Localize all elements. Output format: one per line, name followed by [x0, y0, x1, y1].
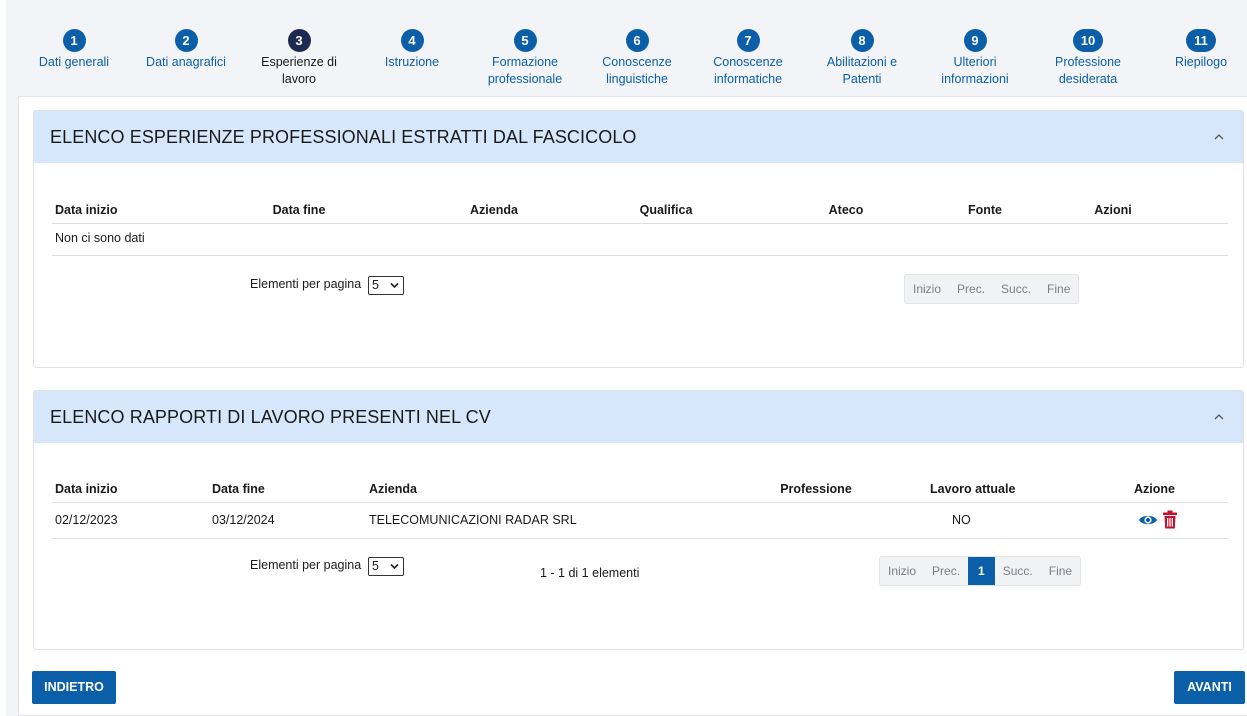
trash-icon[interactable]: [1162, 510, 1178, 529]
col-data-inizio[interactable]: Data inizio: [55, 203, 118, 217]
col-azioni: Azioni: [1094, 203, 1132, 217]
step-abilitazioni-patenti[interactable]: 8 Abilitazioni e Patenti: [802, 29, 922, 88]
pager-current-page[interactable]: 1: [968, 557, 995, 585]
per-page-value: 5: [372, 559, 379, 573]
table-row: 02/12/2023 03/12/2024 TELECOMUNICAZIONI …: [52, 503, 1228, 539]
next-button[interactable]: AVANTI: [1174, 671, 1245, 704]
pager-prev[interactable]: Prec.: [924, 557, 968, 585]
step-number: 4: [400, 29, 424, 52]
col-professione[interactable]: Professione: [780, 482, 852, 496]
col-lavoro-attuale[interactable]: Lavoro attuale: [930, 482, 1015, 496]
panel-header[interactable]: ELENCO RAPPORTI DI LAVORO PRESENTI NEL C…: [34, 391, 1243, 443]
step-dati-anagrafici[interactable]: 2 Dati anagrafici: [126, 29, 246, 71]
step-conoscenze-linguistiche[interactable]: 6 Conoscenze linguistiche: [577, 29, 697, 88]
step-number: 9: [963, 29, 987, 52]
col-azienda[interactable]: Azienda: [369, 482, 417, 496]
step-number: 5: [513, 29, 537, 52]
step-label: Conoscenze informatiche: [713, 55, 783, 86]
col-fonte[interactable]: Fonte: [968, 203, 1002, 217]
eye-icon[interactable]: [1138, 513, 1158, 527]
pager-next[interactable]: Succ.: [995, 557, 1041, 585]
content-area: ELENCO ESPERIENZE PROFESSIONALI ESTRATTI…: [18, 96, 1247, 716]
step-dati-generali[interactable]: 1 Dati generali: [14, 29, 134, 71]
step-number: 7: [736, 29, 760, 52]
col-azienda[interactable]: Azienda: [470, 203, 518, 217]
wizard-stepper: 1 Dati generali 2 Dati anagrafici 3 Espe…: [22, 26, 1247, 96]
cell-data-fine: 03/12/2024: [212, 513, 275, 527]
panel-title: ELENCO ESPERIENZE PROFESSIONALI ESTRATTI…: [50, 127, 637, 147]
step-number: 1: [62, 29, 86, 52]
step-label-active: Esperienze di lavoro: [261, 55, 337, 86]
step-number: 11: [1186, 29, 1216, 52]
per-page-value: 5: [372, 278, 379, 292]
step-istruzione[interactable]: 4 Istruzione: [352, 29, 472, 71]
per-page-label: Elementi per pagina: [250, 558, 362, 572]
per-page-select[interactable]: 5: [368, 557, 404, 576]
empty-row: Non ci sono dati: [52, 224, 1228, 256]
step-label: Dati anagrafici: [146, 55, 226, 69]
step-label: Istruzione: [384, 55, 440, 69]
panel-header[interactable]: ELENCO ESPERIENZE PROFESSIONALI ESTRATTI…: [34, 111, 1243, 163]
step-label: Professione desiderata: [1054, 55, 1121, 86]
step-label: Riepilogo: [1174, 55, 1228, 69]
cell-data-inizio: 02/12/2023: [55, 513, 118, 527]
panel-esperienze-fascicolo: ELENCO ESPERIENZE PROFESSIONALI ESTRATTI…: [33, 110, 1244, 368]
step-label: Ulteriori informazioni: [941, 55, 1009, 86]
pagination: Inizio Prec. Succ. Fine: [904, 274, 1080, 304]
step-professione-desiderata[interactable]: 10 Professione desiderata: [1028, 29, 1148, 88]
chevron-down-icon: [390, 282, 399, 289]
pager-last[interactable]: Fine: [1039, 275, 1078, 303]
col-data-fine[interactable]: Data fine: [273, 203, 326, 217]
col-data-inizio[interactable]: Data inizio: [55, 482, 118, 496]
pager-prev[interactable]: Prec.: [949, 275, 993, 303]
table-header: Data inizio Data fine Azienda Profession…: [52, 473, 1228, 503]
pager-first[interactable]: Inizio: [880, 557, 924, 585]
step-riepilogo[interactable]: 11 Riepilogo: [1141, 29, 1247, 71]
panel-rapporti-cv: ELENCO RAPPORTI DI LAVORO PRESENTI NEL C…: [33, 390, 1244, 650]
step-number: 10: [1073, 29, 1103, 52]
step-formazione-professionale[interactable]: 5 Formazione professionale: [465, 29, 585, 88]
pager-first[interactable]: Inizio: [905, 275, 949, 303]
empty-message: Non ci sono dati: [55, 231, 145, 245]
pager-next[interactable]: Succ.: [993, 275, 1039, 303]
back-button[interactable]: INDIETRO: [32, 671, 116, 704]
step-ulteriori-informazioni[interactable]: 9 Ulteriori informazioni: [915, 29, 1035, 88]
pager-last[interactable]: Fine: [1041, 557, 1080, 585]
col-ateco[interactable]: Ateco: [829, 203, 864, 217]
step-label: Formazione professionale: [487, 55, 563, 86]
cell-azienda: TELECOMUNICAZIONI RADAR SRL: [369, 513, 577, 527]
pagination: Inizio Prec. 1 Succ. Fine: [879, 556, 1082, 586]
step-label: Abilitazioni e Patenti: [826, 55, 898, 86]
chevron-down-icon: [390, 563, 399, 570]
step-number: 6: [625, 29, 649, 52]
table-header: Data inizio Data fine Azienda Qualifica …: [52, 194, 1228, 224]
col-qualifica[interactable]: Qualifica: [640, 203, 693, 217]
per-page-select[interactable]: 5: [368, 276, 404, 295]
cell-lavoro-attuale: NO: [952, 513, 971, 527]
col-azione: Azione: [1134, 482, 1175, 496]
step-label: Conoscenze linguistiche: [602, 55, 672, 86]
step-number: 2: [174, 29, 198, 52]
step-label: Dati generali: [38, 55, 110, 69]
results-count: 1 - 1 di 1 elementi: [540, 566, 640, 580]
chevron-up-icon[interactable]: [1213, 411, 1225, 423]
col-data-fine[interactable]: Data fine: [212, 482, 265, 496]
step-number-active: 3: [287, 29, 311, 52]
step-conoscenze-informatiche[interactable]: 7 Conoscenze informatiche: [688, 29, 808, 88]
per-page-control: Elementi per pagina 5: [250, 557, 404, 576]
step-esperienze-lavoro[interactable]: 3 Esperienze di lavoro: [239, 29, 359, 88]
step-number: 8: [850, 29, 874, 52]
per-page-label: Elementi per pagina: [250, 277, 362, 291]
per-page-control: Elementi per pagina 5: [250, 276, 404, 295]
panel-title: ELENCO RAPPORTI DI LAVORO PRESENTI NEL C…: [50, 407, 491, 427]
chevron-up-icon[interactable]: [1213, 131, 1225, 143]
